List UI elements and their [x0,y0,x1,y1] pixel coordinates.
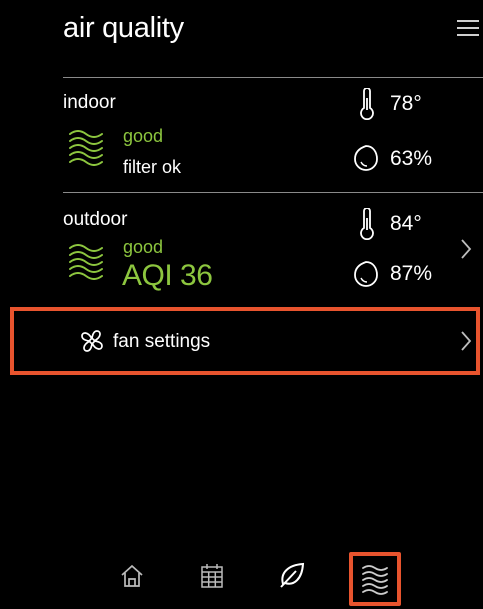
outdoor-panel[interactable]: outdoor good AQI 36 84° 87% [0,193,483,305]
home-icon[interactable] [119,563,145,589]
hamburger-menu-icon[interactable] [457,20,479,38]
indoor-filter-status: filter ok [123,157,182,177]
thermometer-icon [357,208,377,240]
indoor-temperature: 78° [390,92,422,115]
indoor-status: good [123,126,164,146]
fan-settings-label: fan settings [113,331,211,352]
indoor-panel: indoor good filter ok 78° 63% [0,78,483,190]
fan-icon [78,327,106,355]
chevron-right-icon[interactable] [460,330,472,352]
outdoor-temperature: 84° [390,212,422,235]
water-drop-icon [353,144,379,172]
air-waves-icon [66,240,106,280]
outdoor-humidity: 87% [390,262,433,285]
leaf-icon[interactable] [278,561,306,589]
water-drop-icon [353,260,379,288]
indoor-label: indoor [63,92,116,113]
page-title: air quality [63,12,184,44]
outdoor-aqi: AQI 36 [122,259,213,292]
thermometer-icon [357,88,377,120]
outdoor-status: good [123,237,164,257]
air-waves-icon [66,126,106,166]
air-waves-icon[interactable] [360,563,390,595]
calendar-icon[interactable] [199,562,225,590]
outdoor-label: outdoor [63,209,128,230]
chevron-right-icon[interactable] [460,238,472,260]
indoor-humidity: 63% [390,147,433,170]
